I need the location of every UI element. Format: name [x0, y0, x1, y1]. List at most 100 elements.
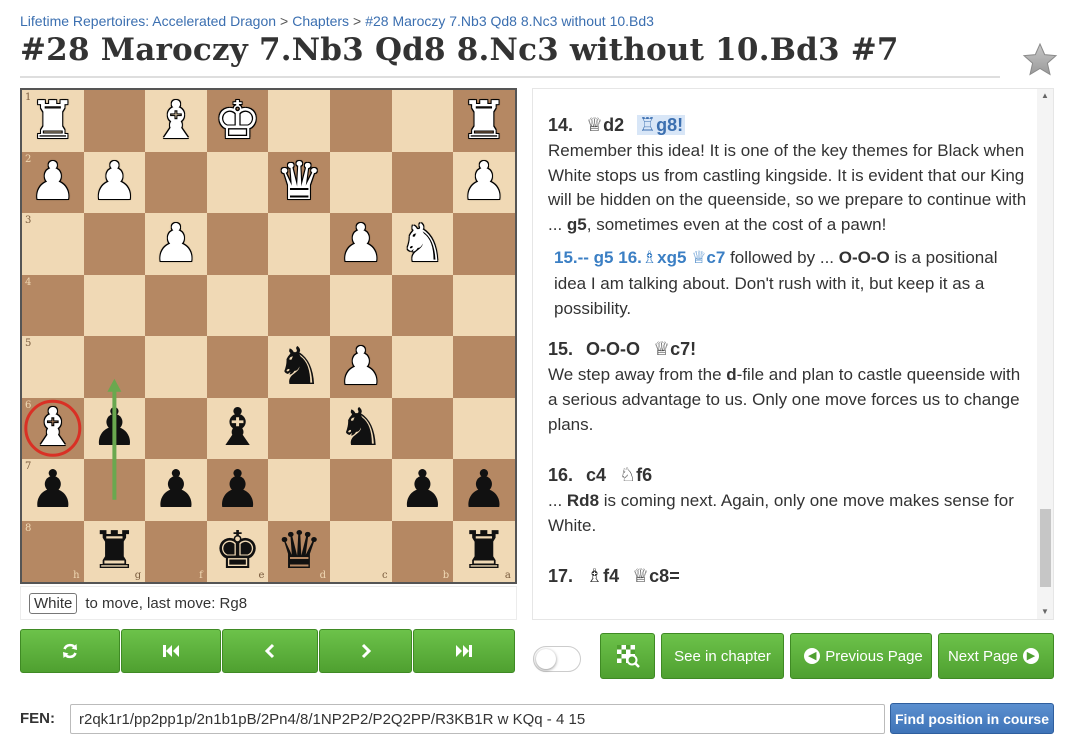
move-14-white[interactable]: ♕d2 [586, 114, 624, 136]
square-b2[interactable] [391, 151, 454, 213]
training-mode-toggle[interactable] [533, 646, 581, 672]
prev-move-button[interactable] [222, 629, 318, 673]
black-pawn-h7[interactable]: ♟ [22, 459, 84, 521]
square-b1[interactable] [391, 90, 454, 152]
move-16-black[interactable]: ♘f6 [619, 464, 652, 486]
square-f5[interactable] [145, 336, 207, 398]
white-pawn-c5[interactable]: ♟ [330, 336, 392, 398]
commentary-scrollbar[interactable]: ▲ ▼ [1037, 89, 1053, 619]
last-move-button[interactable] [413, 629, 515, 673]
move-15-black[interactable]: ♕c7! [653, 338, 696, 360]
bishop-icon: ♗ [641, 248, 658, 269]
square-b6[interactable] [391, 397, 454, 459]
move-17-black[interactable]: ♕c8= [632, 565, 680, 587]
square-d7[interactable] [268, 459, 330, 521]
move-17-white[interactable]: ♗f4 [586, 565, 620, 587]
white-queen-d2[interactable]: ♛ [268, 152, 330, 214]
square-g5[interactable] [83, 336, 146, 398]
black-pawn-f7[interactable]: ♟ [145, 459, 207, 521]
white-pawn-g2[interactable]: ♟ [84, 152, 146, 214]
black-queen-d8[interactable]: ♛ [268, 521, 330, 583]
square-c1[interactable] [330, 90, 392, 152]
square-a5[interactable] [453, 336, 515, 398]
square-e4[interactable] [206, 274, 269, 336]
black-pawn-g6[interactable]: ♟ [84, 398, 146, 460]
fen-input[interactable] [70, 704, 885, 734]
white-king-e1[interactable]: ♚ [207, 90, 269, 152]
black-king-e8[interactable]: ♚ [207, 521, 269, 583]
flip-board-button[interactable] [20, 629, 120, 673]
black-pawn-b7[interactable]: ♟ [392, 459, 454, 521]
white-knight-b3[interactable]: ♞ [392, 213, 454, 275]
square-e2[interactable] [206, 151, 269, 213]
file-label: h [73, 570, 80, 581]
next-page-button[interactable]: Next Page ▶ [938, 633, 1054, 679]
white-pawn-c3[interactable]: ♟ [330, 213, 392, 275]
chess-board[interactable]: 1 2 3 4 5 6 7 8 h g f e d c b a ♜ ♛ ♚ ♜ ♟ ♟ ♟ ♟ ♟ ♞ ♝ ♟ ♝ ♟ ♞ ♞ ♟ ♟ ♟ ♛ ♟ ♟ ♜ ♚… [22, 90, 515, 582]
square-f6[interactable] [145, 397, 207, 459]
square-d1[interactable] [268, 90, 330, 152]
next-move-button[interactable] [319, 629, 412, 673]
variation-line: 15.-- g5 16.♗xg5 ♕c7 followed by ... O-O… [548, 245, 1028, 321]
board-search-button[interactable] [600, 633, 655, 679]
see-in-chapter-button[interactable]: See in chapter [661, 633, 784, 679]
square-d3[interactable] [268, 213, 330, 275]
square-e5[interactable] [206, 336, 269, 398]
move-text: f4 [603, 566, 620, 587]
white-bishop-h6[interactable]: ♝ [22, 398, 84, 460]
square-c4[interactable] [330, 274, 392, 336]
square-f2[interactable] [145, 151, 207, 213]
black-pawn-a7[interactable]: ♟ [453, 459, 515, 521]
square-g4[interactable] [83, 274, 146, 336]
first-move-button[interactable] [121, 629, 221, 673]
black-knight-d5[interactable]: ♞ [268, 336, 330, 398]
move-15-white[interactable]: O-O-O [586, 339, 640, 359]
square-b8[interactable]: b [391, 520, 454, 582]
favorite-star-icon[interactable] [1022, 42, 1058, 78]
black-pawn-e7[interactable]: ♟ [207, 459, 269, 521]
black-bishop-e6[interactable]: ♝ [207, 398, 269, 460]
square-b4[interactable] [391, 274, 454, 336]
move-14-black-current[interactable]: ♖g8! [637, 114, 686, 136]
square-f8[interactable]: f [145, 520, 207, 582]
square-e3[interactable] [206, 213, 269, 275]
variation-moves[interactable]: 15.-- g5 16.♗xg5 ♕c7 [554, 248, 725, 269]
square-c7[interactable] [330, 459, 392, 521]
scroll-down-icon[interactable]: ▼ [1037, 605, 1053, 619]
scrollbar-thumb[interactable] [1040, 509, 1051, 587]
white-pawn-a2[interactable]: ♟ [453, 152, 515, 214]
previous-page-button[interactable]: ◀ Previous Page [790, 633, 932, 679]
square-h4[interactable]: 4 [22, 274, 84, 336]
white-pawn-f3[interactable]: ♟ [145, 213, 207, 275]
black-rook-a8[interactable]: ♜ [453, 521, 515, 583]
square-d6[interactable] [268, 397, 330, 459]
white-pawn-h2[interactable]: ♟ [22, 152, 84, 214]
move-16-white[interactable]: c4 [586, 465, 606, 485]
breadcrumb-chapter-link[interactable]: #28 Maroczy 7.Nb3 Qd8 8.Nc3 without 10.B… [365, 13, 654, 29]
square-g7[interactable] [83, 459, 146, 521]
scroll-up-icon[interactable]: ▲ [1037, 89, 1053, 103]
square-h3[interactable]: 3 [22, 213, 84, 275]
square-c2[interactable] [330, 151, 392, 213]
white-bishop-f1[interactable]: ♝ [145, 90, 207, 152]
square-d4[interactable] [268, 274, 330, 336]
square-h8[interactable]: 8h [22, 520, 84, 582]
square-h5[interactable]: 5 [22, 336, 84, 398]
white-rook-h1[interactable]: ♜ [22, 90, 84, 152]
square-b5[interactable] [391, 336, 454, 398]
rook-icon: ♖ [639, 114, 657, 136]
breadcrumb-course-link[interactable]: Lifetime Repertoires: Accelerated Dragon [20, 13, 276, 29]
square-a4[interactable] [453, 274, 515, 336]
find-position-button[interactable]: Find position in course [890, 703, 1054, 734]
square-a3[interactable] [453, 213, 515, 275]
commentary-panel[interactable]: 14. ♕d2 ♖g8! Remember this idea! It is o… [532, 88, 1054, 620]
square-g3[interactable] [83, 213, 146, 275]
breadcrumb-chapters-link[interactable]: Chapters [292, 13, 349, 29]
white-rook-a1[interactable]: ♜ [453, 90, 515, 152]
square-c8[interactable]: c [330, 520, 392, 582]
square-f4[interactable] [145, 274, 207, 336]
black-rook-g8[interactable]: ♜ [84, 521, 146, 583]
square-g1[interactable] [83, 90, 146, 152]
black-knight-c6[interactable]: ♞ [330, 398, 392, 460]
square-a6[interactable] [453, 397, 515, 459]
